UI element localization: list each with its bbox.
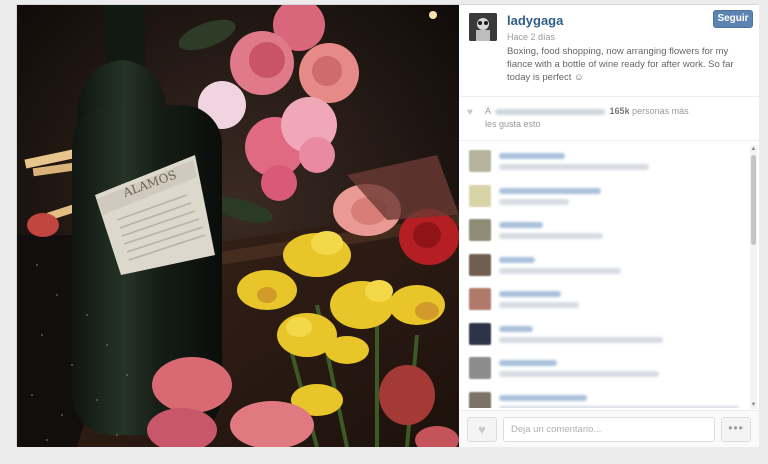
post-time: Hace 2 días [507, 32, 556, 42]
comment-username-blurred[interactable] [499, 360, 557, 366]
photo-image: ALAMOS [17, 5, 459, 447]
comment-username-blurred[interactable] [499, 153, 565, 159]
likes-line-2: les gusta esto [485, 119, 541, 129]
comment-item [469, 286, 739, 316]
heart-icon: ♥ [467, 107, 473, 118]
post-photo[interactable]: ALAMOS [17, 5, 459, 447]
comment-text-blurred [499, 302, 579, 308]
comment-text-blurred [499, 198, 569, 205]
likes-summary: ♥ A 165k personas más les gusta esto [459, 97, 759, 141]
comment-input[interactable] [503, 417, 715, 442]
comment-item [469, 148, 739, 178]
comment-text-blurred [499, 267, 621, 274]
post-header: ladygaga Seguir Hace 2 días Boxing, food… [459, 5, 759, 97]
blurred-usernames [495, 108, 606, 115]
comment-username-blurred[interactable] [499, 394, 587, 401]
comment-username-blurred[interactable] [499, 325, 533, 332]
comment-text-blurred [499, 405, 739, 408]
comment-avatar[interactable] [469, 288, 491, 310]
comment-avatar[interactable] [469, 322, 491, 345]
comment-username-blurred[interactable] [499, 222, 543, 228]
likes-line-1: A 165k personas más [485, 106, 689, 116]
comment-avatar[interactable] [469, 391, 491, 408]
comment-item [469, 183, 739, 213]
comment-avatar[interactable] [469, 253, 491, 276]
more-options-button[interactable]: ••• [721, 417, 751, 442]
comment-avatar[interactable] [469, 357, 491, 379]
ellipsis-icon: ••• [728, 421, 744, 435]
post-caption: Boxing, food shopping, now arranging flo… [507, 46, 734, 83]
scrollbar-thumb[interactable] [751, 155, 756, 245]
username-link[interactable]: ladygaga [507, 13, 563, 28]
comments-list[interactable] [459, 142, 759, 408]
comment-text-blurred [499, 336, 663, 343]
likes-suffix: personas más [632, 106, 689, 116]
scroll-down-arrow-icon[interactable]: ▼ [750, 401, 757, 409]
likes-prefix: A [485, 106, 491, 116]
comment-avatar[interactable] [469, 184, 491, 207]
likes-count[interactable]: 165k [610, 106, 630, 116]
comment-item [469, 252, 739, 282]
post-modal: ALAMOS ladygaga Seguir Hace 2 días Boxin… [16, 4, 759, 447]
comment-text-blurred [499, 164, 649, 170]
comment-bar: ♥ ••• [459, 410, 759, 447]
comments-scrollbar[interactable]: ▲ ▼ [750, 145, 757, 409]
follow-button[interactable]: Seguir [713, 10, 753, 28]
comment-avatar[interactable] [469, 150, 491, 172]
scroll-up-arrow-icon[interactable]: ▲ [750, 145, 757, 153]
post-sidebar: ladygaga Seguir Hace 2 días Boxing, food… [459, 5, 759, 447]
comment-item [469, 390, 739, 408]
comment-item [469, 217, 739, 247]
like-button[interactable]: ♥ [467, 417, 497, 442]
heart-icon: ♥ [478, 422, 486, 437]
comment-text-blurred [499, 371, 659, 377]
comment-item [469, 321, 739, 351]
comment-avatar[interactable] [469, 219, 491, 241]
user-avatar[interactable] [469, 13, 497, 41]
comment-username-blurred[interactable] [499, 187, 601, 194]
comment-username-blurred[interactable] [499, 291, 561, 297]
comment-username-blurred[interactable] [499, 256, 535, 263]
comment-text-blurred [499, 233, 603, 239]
comment-item [469, 355, 739, 385]
